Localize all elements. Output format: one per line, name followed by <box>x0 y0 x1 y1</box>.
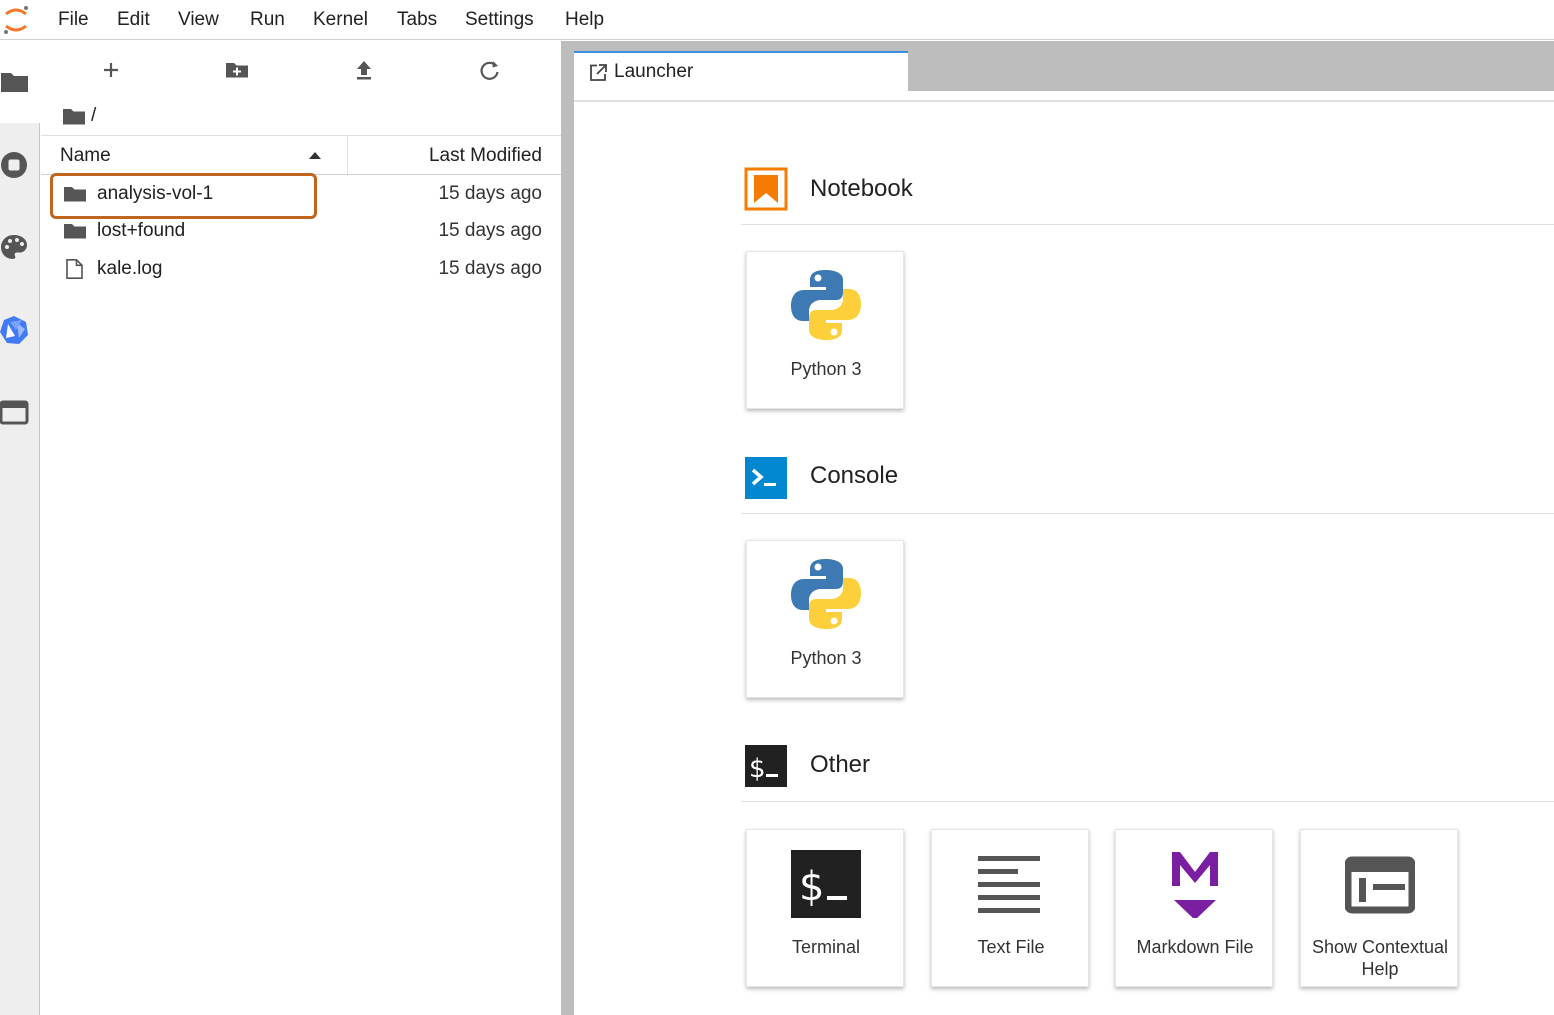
card-label: Markdown File <box>1136 937 1254 957</box>
kubeflow-icon[interactable] <box>0 314 32 346</box>
highlight-box <box>50 173 317 219</box>
tab-label: Launcher <box>614 61 694 82</box>
section-title-notebook: Notebook <box>810 175 913 202</box>
menu-settings[interactable]: Settings <box>465 9 534 31</box>
tabs-icon[interactable] <box>0 397 32 429</box>
section-title-other: Other <box>810 751 871 778</box>
python-icon <box>791 270 861 340</box>
column-modified-header[interactable]: Last Modified <box>429 145 542 167</box>
refresh-icon[interactable] <box>475 55 505 85</box>
activity-bar <box>0 41 40 1015</box>
folder-icon[interactable] <box>0 67 32 99</box>
card-label: Python 3 <box>790 359 862 379</box>
terminal-icon: $ <box>791 850 861 918</box>
card-label: Terminal <box>791 937 861 957</box>
menu-tabs[interactable]: Tabs <box>397 9 437 31</box>
sort-ascending-icon[interactable] <box>309 152 321 159</box>
breadcrumb: / <box>63 103 96 129</box>
palette-icon[interactable] <box>0 232 32 264</box>
new-launcher-icon[interactable] <box>96 55 126 85</box>
launcher-card-text-file[interactable]: Text File <box>931 829 1089 987</box>
svg-text:$: $ <box>749 754 766 784</box>
file-modified: 15 days ago <box>438 183 542 204</box>
console-section-icon <box>745 457 787 499</box>
launcher-card-contextual-help[interactable]: Show Contextual Help <box>1300 829 1458 987</box>
menu-view[interactable]: View <box>178 9 219 31</box>
launcher-card-console-python3[interactable]: Python 3 <box>746 540 904 698</box>
section-divider <box>741 224 1554 225</box>
file-name: kale.log <box>97 258 163 279</box>
text-file-icon <box>978 856 1040 913</box>
card-label: Text File <box>977 937 1045 957</box>
column-name-header[interactable]: Name <box>60 145 111 167</box>
launcher-card-markdown-file[interactable]: Markdown File <box>1115 829 1273 987</box>
upload-icon[interactable] <box>349 55 379 85</box>
python-icon <box>791 559 861 629</box>
column-divider[interactable] <box>347 136 348 176</box>
file-modified: 15 days ago <box>438 258 542 279</box>
menu-bar: File Edit View Run Kernel Tabs Settings … <box>0 0 1554 40</box>
menu-help[interactable]: Help <box>565 9 604 31</box>
launcher-icon <box>590 64 607 81</box>
file-list-header: Name Last Modified <box>41 135 561 176</box>
jupyter-logo-icon[interactable] <box>2 5 30 35</box>
tab-divider <box>574 100 1554 102</box>
section-title-console: Console <box>810 462 899 489</box>
file-row-kale-log[interactable]: kale.log 15 days ago <box>41 251 561 288</box>
card-label: Show Contextual Help <box>1311 937 1449 979</box>
tab-launcher[interactable]: Launcher <box>574 51 908 101</box>
launcher-card-terminal[interactable]: $ Terminal <box>746 829 904 987</box>
home-folder-icon[interactable] <box>63 107 85 125</box>
panel-splitter[interactable] <box>561 41 574 1015</box>
menu-kernel[interactable]: Kernel <box>313 9 368 31</box>
tab-bar: Launcher <box>574 41 1554 101</box>
breadcrumb-root[interactable]: / <box>91 105 96 127</box>
notebook-section-icon <box>744 167 788 211</box>
file-name: lost+found <box>97 220 186 241</box>
menu-run[interactable]: Run <box>250 9 285 31</box>
file-icon <box>66 259 83 279</box>
other-section-icon: $ <box>745 745 787 787</box>
new-folder-icon[interactable] <box>222 55 252 85</box>
file-modified: 15 days ago <box>438 220 542 241</box>
menu-edit[interactable]: Edit <box>117 9 150 31</box>
running-stop-icon[interactable] <box>0 149 32 181</box>
svg-text:$: $ <box>799 864 824 910</box>
folder-icon <box>64 224 86 239</box>
markdown-icon <box>1172 852 1218 918</box>
section-divider <box>741 801 1554 802</box>
launcher-card-notebook-python3[interactable]: Python 3 <box>746 251 904 409</box>
contextual-help-icon <box>1345 856 1415 914</box>
menu-file[interactable]: File <box>58 9 89 31</box>
card-label: Python 3 <box>790 648 862 668</box>
section-divider <box>741 513 1554 514</box>
